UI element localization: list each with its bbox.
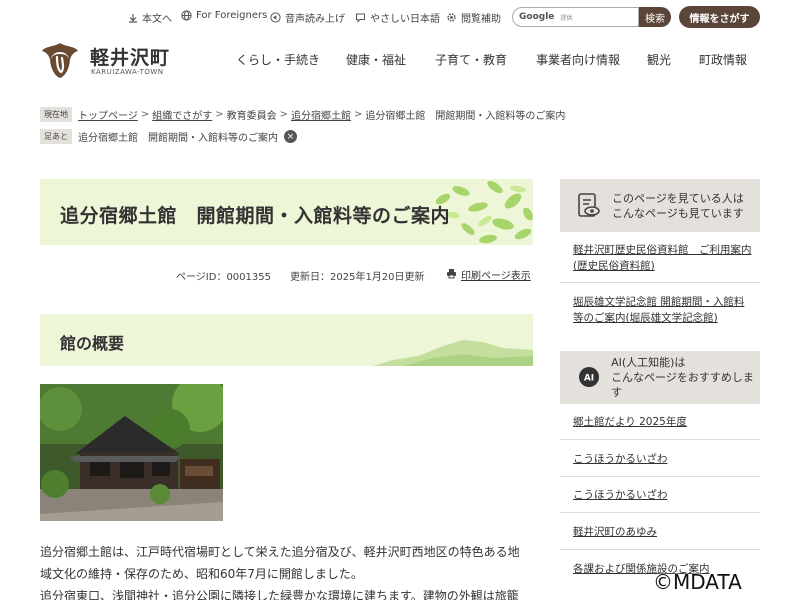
related-head-line: このページを見ている人は xyxy=(612,191,744,205)
divider xyxy=(560,476,760,477)
breadcrumb-item[interactable]: 組織でさがす xyxy=(152,107,212,122)
mountain-decoration xyxy=(373,340,533,366)
ai-head-line: こんなページをおすすめします xyxy=(611,371,754,399)
find-info-button[interactable]: 情報をさがす xyxy=(679,6,760,28)
for-foreigners-link[interactable]: For Foreigners xyxy=(181,10,267,21)
nav-item-living[interactable]: くらし・手続き xyxy=(236,51,320,68)
breadcrumb-separator: > xyxy=(215,109,224,120)
ai-link[interactable]: 軽井沢町のあゆみ xyxy=(573,524,753,540)
copyright-watermark: ©MDATA xyxy=(653,570,742,594)
globe-icon xyxy=(181,10,192,21)
ai-recommend-header: AI AI(人工知能)は こんなページをおすすめします xyxy=(560,351,760,404)
speech-bubble-icon xyxy=(355,12,366,23)
ai-icon-text: AI xyxy=(583,373,593,383)
ai-link[interactable]: 郷土館だより 2025年度 xyxy=(573,414,753,430)
page-title: 追分宿郷土館 開館期間・入館料等のご案内 xyxy=(60,205,451,227)
search-brand-label: Google xyxy=(519,12,555,22)
museum-photo xyxy=(40,384,223,521)
site-search-input[interactable]: Google 提供 xyxy=(512,7,639,27)
for-foreigners-label: For Foreigners xyxy=(196,10,268,21)
voice-reading-link[interactable]: 音声読み上げ xyxy=(270,10,345,25)
breadcrumb: 現在地 トップページ > 組織でさがす > 教育委員会 > 追分宿郷土館 > 追… xyxy=(40,107,565,122)
skip-to-content-label: 本文へ xyxy=(142,14,172,25)
skip-to-content-link[interactable]: 本文へ xyxy=(127,10,172,25)
gear-icon xyxy=(446,12,457,23)
nav-item-business[interactable]: 事業者向け情報 xyxy=(536,51,620,68)
body-text: 追分宿郷土館は、江戸時代宿場町として栄えた追分宿及び、軽井沢町西地区の特色ある地… xyxy=(40,541,540,600)
divider xyxy=(560,512,760,513)
search-provider-label: 提供 xyxy=(560,14,573,22)
ai-link[interactable]: こうほうかるいざわ xyxy=(573,487,753,503)
search-button[interactable]: 検索 xyxy=(639,7,671,27)
close-icon[interactable]: × xyxy=(284,130,297,143)
nav-item-health[interactable]: 健康・福祉 xyxy=(346,51,406,68)
easy-japanese-label: やさしい日本語 xyxy=(370,14,440,25)
accessibility-label: 閲覧補助 xyxy=(461,14,501,25)
town-name-roman: KARUIZAWA-TOWN xyxy=(91,68,164,76)
town-emblem-icon xyxy=(40,40,80,80)
accessibility-link[interactable]: 閲覧補助 xyxy=(446,10,501,25)
speaker-icon xyxy=(270,12,281,23)
town-name: 軽井沢町 xyxy=(90,47,171,69)
ai-link[interactable]: こうほうかるいざわ xyxy=(573,451,753,467)
related-head-line: こんなページも見ています xyxy=(612,206,744,220)
breadcrumb-tag: 現在地 xyxy=(40,107,72,122)
divider xyxy=(560,549,760,550)
footprint-trail: 足あと 追分宿郷土館 開館期間・入館料等のご案内 × xyxy=(40,129,297,144)
footprint-item[interactable]: 追分宿郷土館 開館期間・入館料等のご案内 xyxy=(78,129,278,144)
breadcrumb-current: 追分宿郷土館 開館期間・入館料等のご案内 xyxy=(365,111,566,122)
nav-item-town-admin[interactable]: 町政情報 xyxy=(699,51,747,68)
related-pages-header: このページを見ている人は こんなページも見ています xyxy=(560,179,760,232)
page-id: ページID：0001355 xyxy=(176,272,271,283)
divider xyxy=(560,282,760,283)
utility-bar: 本文へ For Foreigners 音声読み上げ やさしい日本語 閲覧補助 G… xyxy=(0,6,800,28)
related-link[interactable]: 堀辰雄文学記念館 開館期間・入館料等のご案内(堀辰雄文学記念館) xyxy=(573,294,753,326)
download-arrow-icon xyxy=(127,12,138,23)
section-title: 館の概要 xyxy=(60,334,125,353)
body-line: 追分宿東口、浅間神社・追分公園に隣接した緑豊かな環境に建ちます。建物の外観は旅籠 xyxy=(40,589,519,600)
breadcrumb-separator: > xyxy=(140,109,150,120)
updated-date: 更新日：2025年1月20日更新 xyxy=(290,272,425,283)
body-line: 域文化の維持・保存のため、昭和60年7月に開館しました。 xyxy=(40,567,363,581)
print-label[interactable]: 印刷ページ表示 xyxy=(461,267,531,282)
nav-item-tourism[interactable]: 観光 xyxy=(647,51,671,68)
breadcrumb-separator: > xyxy=(279,109,288,120)
page-title-band: 追分宿郷土館 開館期間・入館料等のご案内 xyxy=(40,179,533,245)
footprint-tag: 足あと xyxy=(40,129,72,144)
nav-item-childcare[interactable]: 子育て・教育 xyxy=(435,51,507,68)
breadcrumb-item[interactable]: 追分宿郷土館 xyxy=(291,107,351,122)
ai-head-line: AI(人工知能)は xyxy=(611,356,686,369)
section-header-band: 館の概要 xyxy=(40,314,533,366)
breadcrumb-item[interactable]: トップページ xyxy=(78,107,138,122)
voice-reading-label: 音声読み上げ xyxy=(285,14,345,25)
divider xyxy=(560,439,760,440)
related-link[interactable]: 軽井沢町歴史民俗資料館 ご利用案内(歴史民俗資料館) xyxy=(573,242,753,274)
print-link[interactable]: 印刷ページ表示 xyxy=(446,267,531,282)
document-eye-icon xyxy=(574,191,604,221)
breadcrumb-separator: > xyxy=(353,109,363,120)
breadcrumb-item: 教育委員会 xyxy=(226,111,277,122)
body-line: 追分宿郷土館は、江戸時代宿場町として栄えた追分宿及び、軽井沢町西地区の特色ある地 xyxy=(40,545,520,559)
town-logo-link[interactable]: 軽井沢町 KARUIZAWA-TOWN xyxy=(40,40,190,80)
ai-head-icon: AI xyxy=(574,363,603,393)
easy-japanese-link[interactable]: やさしい日本語 xyxy=(355,10,440,25)
printer-icon xyxy=(446,268,457,282)
